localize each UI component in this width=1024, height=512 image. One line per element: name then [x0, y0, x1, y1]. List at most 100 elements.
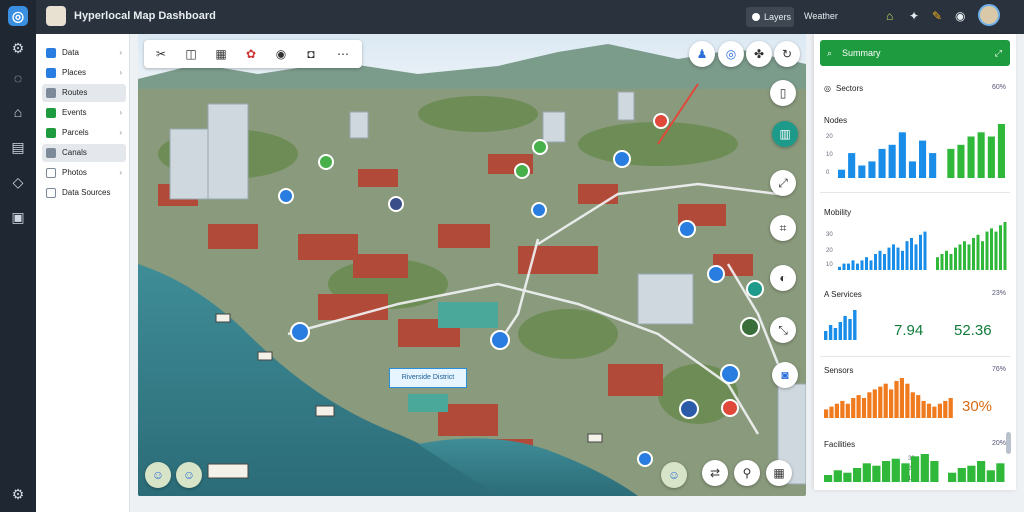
bar — [937, 403, 942, 418]
bar — [911, 456, 920, 482]
map-pin[interactable] — [318, 154, 334, 170]
map-pin[interactable] — [532, 139, 548, 155]
pin-icon[interactable]: ✿ — [242, 45, 260, 63]
weather-label[interactable]: Weather — [804, 11, 838, 21]
bar — [910, 392, 915, 418]
map-view[interactable] — [138, 34, 806, 496]
map-pin[interactable] — [720, 364, 740, 384]
crop-button[interactable]: ⌗ — [770, 215, 796, 241]
panel-scrollbar[interactable] — [1006, 432, 1011, 454]
settings-button[interactable]: ✤ — [746, 41, 772, 67]
icon-rail: ◎ ⚙ ◌ ⌂ ▤ ◇ ▣ ⚙ — [0, 0, 36, 512]
map-pin[interactable] — [637, 451, 653, 467]
fullscreen-button[interactable]: ⤡ — [770, 317, 796, 343]
bar — [985, 231, 989, 270]
refresh-button[interactable]: ↻ — [774, 41, 800, 67]
ytick-label: 20 — [826, 134, 833, 140]
sidebar-item-data-sources[interactable]: Data Sources — [42, 184, 126, 202]
layers-pill-button[interactable]: Layers — [746, 7, 794, 27]
sidebar-item-routes[interactable]: Routes — [42, 84, 126, 102]
bell-icon[interactable]: ✎ — [932, 9, 942, 23]
analytics-panel: ⌕ Summary ⤢ Sectors ◎ 60% Nodes 20 10 0 … — [814, 34, 1016, 490]
workspace-avatar[interactable] — [46, 6, 66, 26]
map-pin[interactable] — [740, 317, 760, 337]
map-area-label[interactable]: Riverside District — [389, 368, 467, 388]
media-icon[interactable]: ▣ — [8, 207, 28, 227]
map-pin[interactable] — [707, 265, 725, 283]
map-pin[interactable] — [514, 163, 530, 179]
map-pin[interactable] — [721, 399, 739, 417]
map-pin[interactable] — [678, 220, 696, 238]
chart-button[interactable]: ▥ — [772, 121, 798, 147]
compass-button[interactable]: ◎ — [718, 41, 744, 67]
user-location-button[interactable]: ♟ — [689, 41, 715, 67]
map-canvas[interactable] — [138, 34, 806, 496]
bar — [919, 234, 922, 270]
walk-button[interactable]: ⚲ — [734, 460, 760, 486]
route-button[interactable]: ⇄ — [702, 460, 728, 486]
sidebar-item-data[interactable]: Data › — [42, 44, 126, 62]
layers-icon[interactable]: ◫ — [182, 45, 200, 63]
logo-icon[interactable]: ◎ — [8, 6, 28, 26]
expand-button[interactable]: ⤢ — [770, 170, 796, 196]
map-pin[interactable] — [388, 196, 404, 212]
bar — [954, 247, 957, 270]
bar — [865, 257, 868, 270]
sidebar-item-events[interactable]: Events › — [42, 104, 126, 122]
dashboard-button[interactable]: ◐ — [770, 265, 796, 291]
bar — [896, 247, 900, 270]
bar — [921, 400, 926, 418]
sidebar-item-places[interactable]: Places › — [42, 64, 126, 82]
map-pin[interactable] — [746, 280, 764, 298]
nodes-chart — [838, 124, 1005, 178]
sectors-percent: 60% — [991, 84, 1006, 91]
puzzle-icon[interactable]: ✦ — [909, 9, 919, 23]
map-pin[interactable] — [278, 188, 294, 204]
map-pin[interactable] — [679, 399, 699, 419]
layout-icon[interactable]: ⌂ — [886, 9, 893, 23]
car-button[interactable]: ◙ — [772, 362, 798, 388]
sidebar-item-canals[interactable]: Canals — [42, 144, 126, 162]
bar — [940, 254, 944, 270]
bar — [996, 463, 1005, 482]
map-pin[interactable] — [613, 150, 631, 168]
chevron-down-icon[interactable]: ⌄ — [176, 9, 184, 20]
bar — [916, 395, 921, 418]
avatar-button[interactable]: ☺ — [176, 462, 202, 488]
document-icon[interactable]: ▤ — [8, 137, 28, 157]
tag-icon[interactable]: ◇ — [8, 172, 28, 192]
camera-icon[interactable]: ◉ — [272, 45, 290, 63]
map-pin[interactable] — [490, 330, 510, 350]
map-pin[interactable] — [290, 322, 310, 342]
help-icon[interactable]: ◉ — [955, 9, 965, 23]
chevron-right-icon: › — [119, 108, 122, 117]
summary-header[interactable]: ⌕ Summary ⤢ — [820, 40, 1010, 66]
chat-icon[interactable]: ◌ — [8, 68, 28, 88]
avatar-button[interactable]: ☺ — [145, 462, 171, 488]
map-pin[interactable] — [531, 202, 547, 218]
more-icon[interactable]: ⋯ — [334, 45, 352, 63]
bag-icon[interactable]: ◘ — [302, 45, 320, 63]
services-card: A Services 23% 7.94 52.36 — [814, 288, 1016, 348]
grid-button[interactable]: ▦ — [766, 460, 792, 486]
bar — [945, 250, 948, 270]
settings-icon[interactable]: ⚙ — [8, 484, 28, 504]
chevron-right-icon: › — [119, 68, 122, 77]
home-icon[interactable]: ⌂ — [8, 102, 28, 122]
layers-pill-label: Layers — [764, 12, 792, 22]
sensors-value: 30% — [962, 398, 993, 415]
user-avatar[interactable] — [978, 4, 1000, 26]
list-icon[interactable]: ▦ — [212, 45, 230, 63]
tools-icon[interactable]: ✂ — [152, 45, 170, 63]
bar — [874, 254, 877, 270]
expand-icon[interactable]: ⤢ — [995, 40, 1002, 66]
sidebar-item-photos[interactable]: Photos › — [42, 164, 126, 182]
sidebar-item-parcels[interactable]: Parcels › — [42, 124, 126, 142]
sectors-icon: ◎ — [824, 84, 831, 93]
dashboard-icon[interactable]: ⚙ — [8, 38, 28, 58]
avatar-button[interactable]: ☺ — [661, 462, 687, 488]
map-pin[interactable] — [653, 113, 669, 129]
services-value-right: 52.36 — [954, 322, 992, 339]
document-button[interactable]: ▯ — [770, 80, 796, 106]
facilities-chart — [824, 454, 1005, 482]
